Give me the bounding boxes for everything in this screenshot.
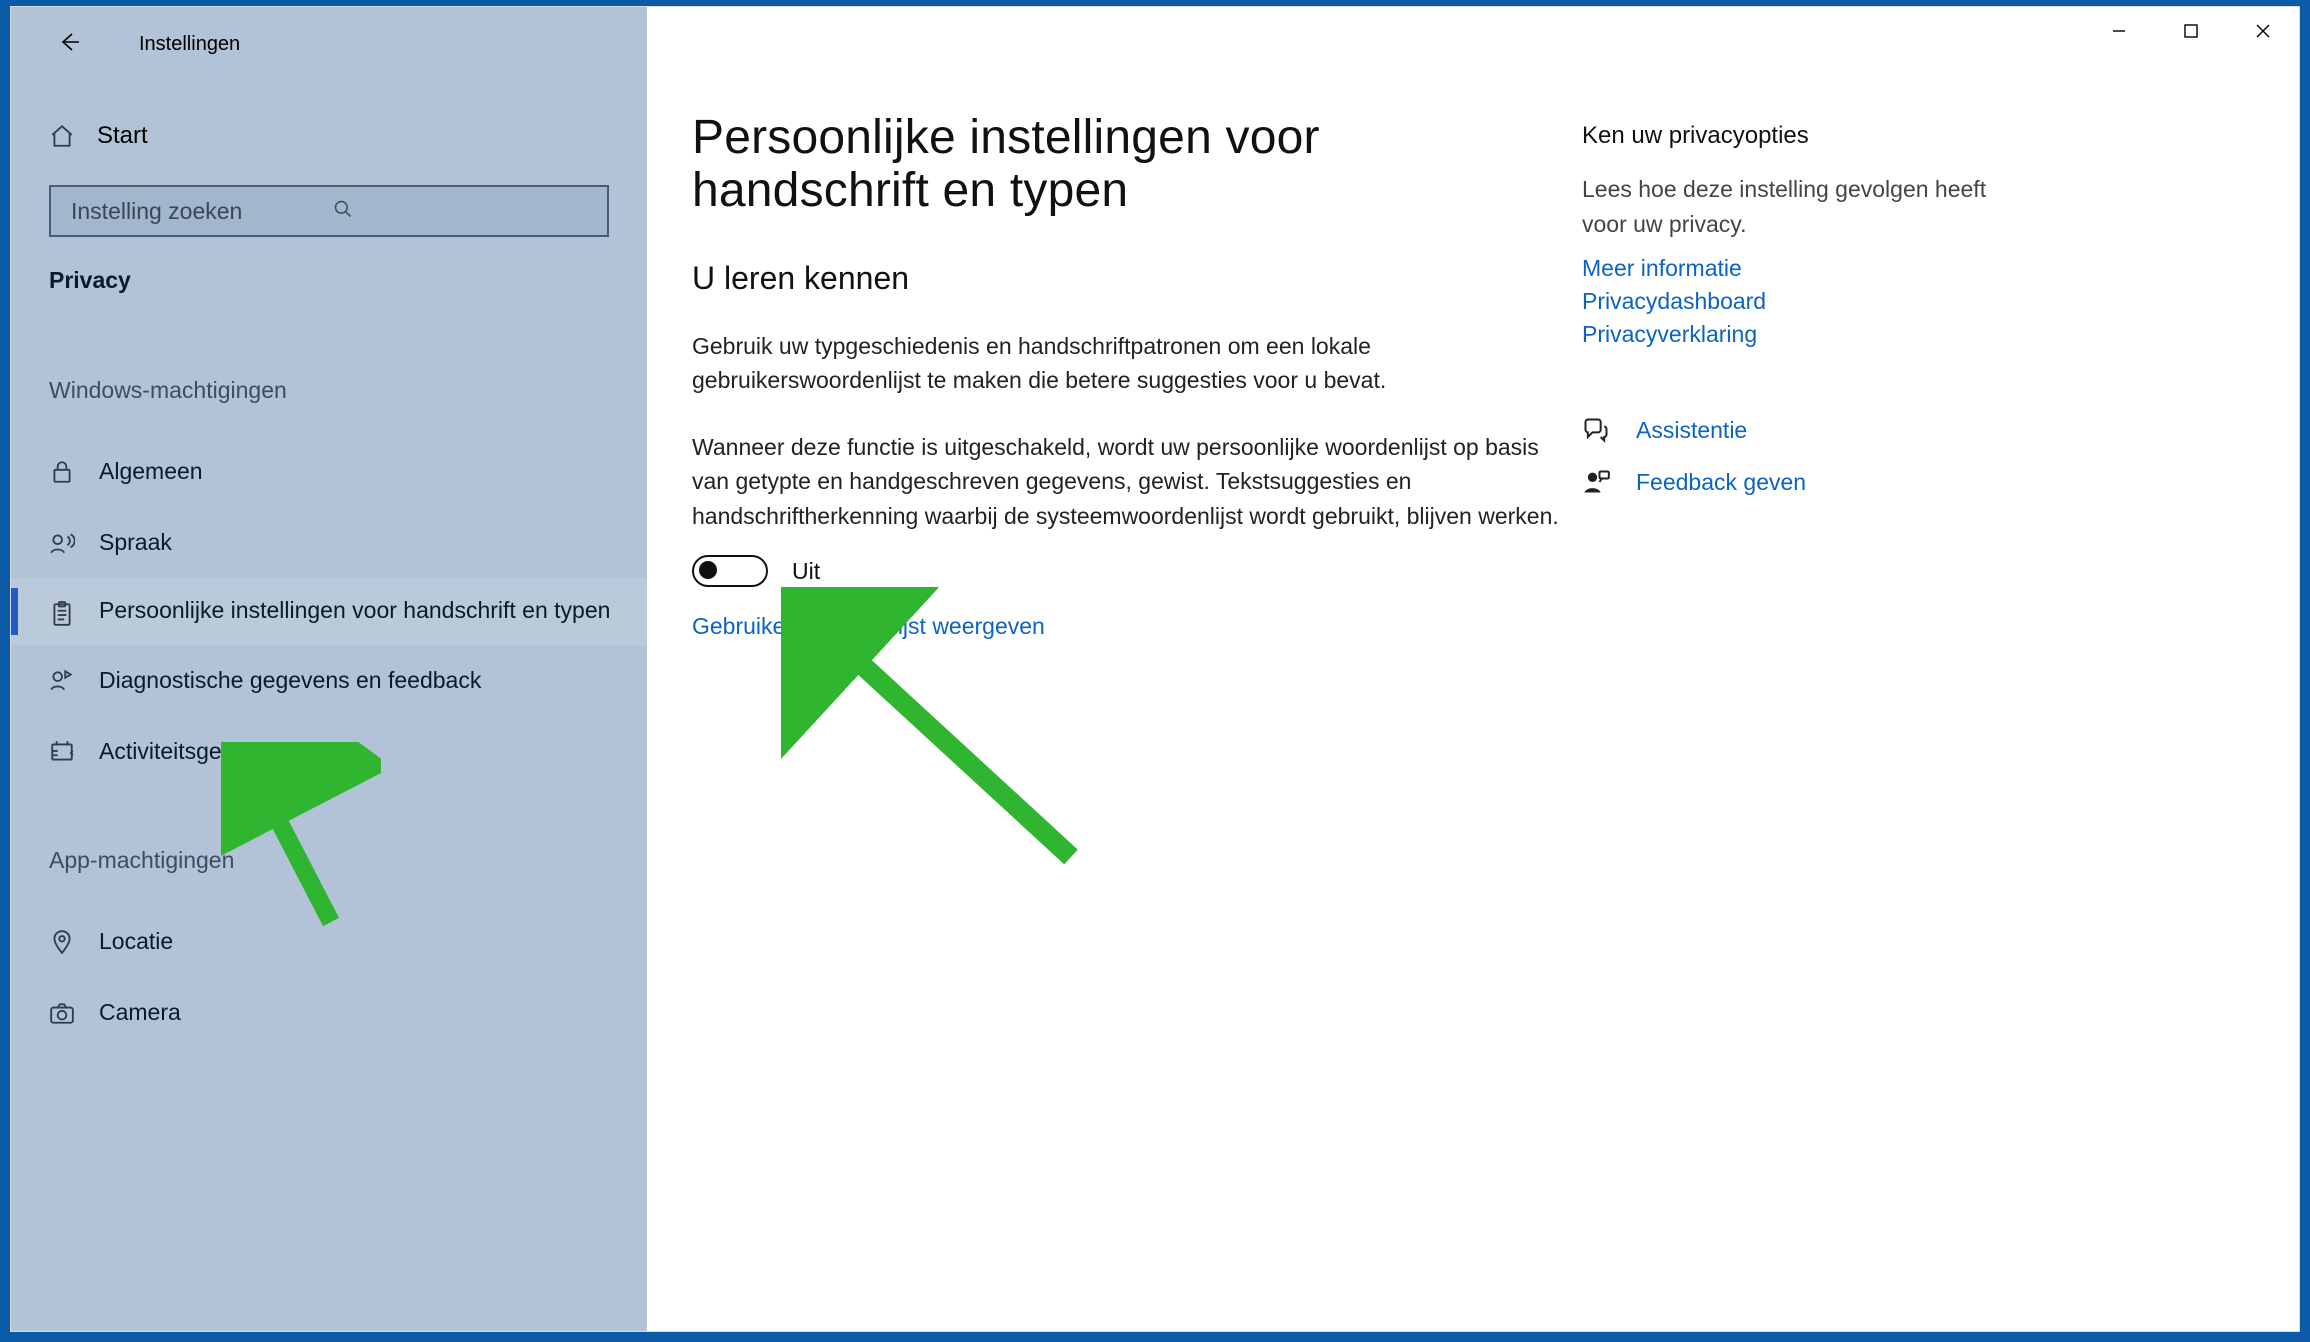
lock-icon — [49, 459, 75, 485]
aside-title: Ken uw privacyopties — [1582, 122, 2037, 150]
help-icon — [1582, 416, 1610, 444]
sidebar-item-activity-history[interactable]: Activiteitsgeschiedenis — [11, 716, 647, 787]
content-area: Persoonlijke instellingen voor handschri… — [647, 7, 2299, 1331]
window-title: Instellingen — [139, 33, 240, 56]
page-title: Persoonlijke instellingen voor handschri… — [692, 112, 1562, 218]
home-label: Start — [97, 122, 148, 150]
inking-typing-toggle[interactable] — [692, 555, 768, 587]
search-input[interactable]: Instelling zoeken — [49, 185, 609, 237]
description-1: Gebruik uw typgeschiedenis en handschrif… — [692, 297, 1562, 398]
sidebar-item-label: Camera — [99, 999, 181, 1026]
view-dictionary-link[interactable]: Gebruikerswoordenlijst weergeven — [692, 613, 1045, 639]
home-icon — [49, 123, 75, 149]
aside-text: Lees hoe deze instelling gevolgen heeft … — [1582, 150, 2037, 241]
sidebar-item-diagnostics[interactable]: Diagnostische gegevens en feedback — [11, 645, 647, 716]
privacy-dashboard-link[interactable]: Privacydashboard — [1582, 288, 2037, 315]
sidebar-item-inking-typing[interactable]: Persoonlijke instellingen voor handschri… — [11, 578, 647, 645]
clipboard-icon — [49, 601, 75, 627]
sidebar-item-camera[interactable]: Camera — [11, 977, 647, 1048]
sidebar-item-general[interactable]: Algemeen — [11, 436, 647, 507]
more-info-link[interactable]: Meer informatie — [1582, 255, 2037, 282]
search-icon — [333, 198, 595, 225]
description-2: Wanneer deze functie is uitgeschakeld, w… — [692, 398, 1562, 534]
sidebar-item-location[interactable]: Locatie — [11, 906, 647, 977]
sidebar-item-label: Spraak — [99, 529, 172, 556]
give-feedback-link[interactable]: Feedback geven — [1636, 469, 1806, 496]
speech-icon — [49, 530, 75, 556]
sidebar-item-label: Activiteitsgeschiedenis — [99, 738, 330, 765]
feedback-person-icon — [1582, 468, 1610, 496]
toggle-state-label: Uit — [792, 558, 820, 585]
section-header-windows-permissions: Windows-machtigingen — [11, 294, 647, 406]
sidebar-item-label: Locatie — [99, 928, 173, 955]
sidebar-item-speech[interactable]: Spraak — [11, 507, 647, 578]
search-placeholder: Instelling zoeken — [71, 198, 333, 225]
close-button[interactable] — [2227, 5, 2299, 57]
current-category: Privacy — [11, 237, 647, 294]
settings-sidebar: Instellingen Start Instelling zoeken Pri… — [11, 7, 647, 1331]
minimize-button[interactable] — [2083, 5, 2155, 57]
section-header-app-permissions: App-machtigingen — [11, 787, 647, 876]
privacy-statement-link[interactable]: Privacyverklaring — [1582, 321, 2037, 348]
home-button[interactable]: Start — [11, 74, 647, 150]
camera-icon — [49, 1000, 75, 1026]
feedback-icon — [49, 668, 75, 694]
activity-icon — [49, 739, 75, 765]
back-button[interactable] — [57, 30, 81, 59]
get-help-link[interactable]: Assistentie — [1636, 417, 1747, 444]
location-icon — [49, 929, 75, 955]
section-title: U leren kennen — [692, 218, 1562, 297]
sidebar-item-label: Persoonlijke instellingen voor handschri… — [99, 596, 610, 626]
maximize-button[interactable] — [2155, 5, 2227, 57]
sidebar-item-label: Diagnostische gegevens en feedback — [99, 667, 481, 694]
sidebar-item-label: Algemeen — [99, 458, 203, 485]
